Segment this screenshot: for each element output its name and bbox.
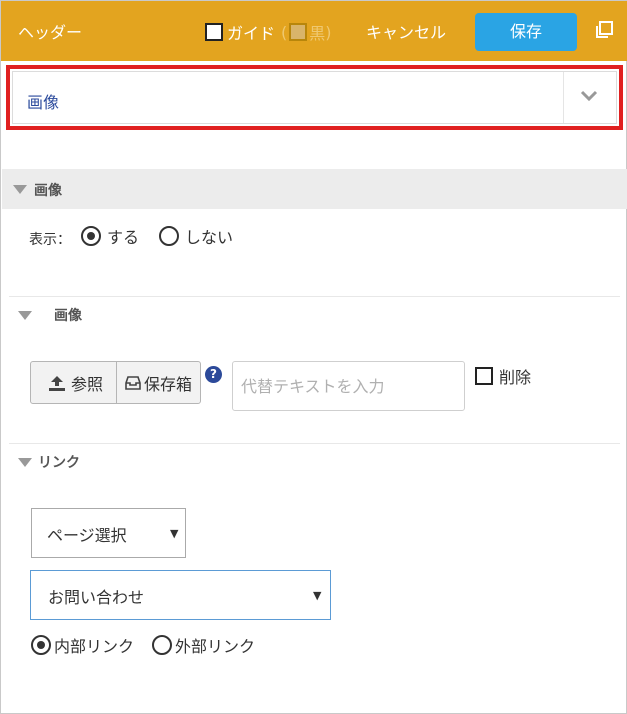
display-off-option[interactable]: しない	[159, 224, 233, 248]
display-off-radio[interactable]	[159, 226, 180, 246]
copy-icon[interactable]	[594, 20, 614, 40]
link-subsection-title: リンク	[38, 455, 80, 471]
external-link-option[interactable]: 外部リンク	[152, 633, 255, 657]
guide-checkbox[interactable]	[205, 23, 223, 41]
delete-label: 削除	[499, 368, 532, 387]
block-type-value: 画像	[27, 93, 60, 112]
guide-toggle[interactable]: ガイド ( 黒 )	[205, 20, 332, 44]
external-link-radio[interactable]	[152, 635, 173, 655]
browse-button[interactable]: 参照	[31, 362, 117, 403]
editor-panel: ヘッダー ガイド ( 黒 ) キャンセル 保存 画像 画像 表示： する しない…	[0, 0, 627, 714]
image-button-group: 参照 保存箱	[30, 361, 201, 404]
collapse-triangle-icon	[13, 185, 27, 194]
section-header[interactable]: 画像	[2, 169, 627, 209]
divider	[9, 443, 620, 444]
internal-link-option[interactable]: 内部リンク	[31, 633, 134, 657]
page-select-value: ページ選択	[47, 526, 127, 545]
link-type-row: 内部リンク 外部リンク	[31, 633, 255, 657]
upload-icon	[48, 375, 65, 391]
link-subsection-header[interactable]: リンク	[18, 452, 80, 472]
divider	[9, 296, 620, 297]
alt-text-input[interactable]	[232, 361, 465, 411]
dropdown-arrow-icon: ▼	[313, 589, 322, 602]
display-row: 表示： する しない	[29, 223, 233, 249]
guide-black-checkbox	[289, 23, 308, 41]
image-subsection-header[interactable]: 画像	[18, 305, 82, 325]
guide-label: ガイド	[227, 24, 276, 43]
block-type-select[interactable]: 画像	[12, 71, 617, 124]
chevron-down-icon	[580, 90, 598, 102]
section-title: 画像	[34, 183, 62, 199]
internal-link-radio[interactable]	[31, 635, 51, 655]
guide-black-label: 黒	[309, 24, 326, 43]
page-dropdown[interactable]: お問い合わせ ▼	[30, 570, 331, 620]
display-on-radio[interactable]	[81, 226, 101, 246]
dropdown-arrow-icon: ▼	[170, 527, 179, 540]
editor-header: ヘッダー ガイド ( 黒 ) キャンセル 保存	[1, 1, 627, 61]
select-divider	[563, 72, 564, 123]
display-label: 表示：	[29, 232, 71, 248]
page-dropdown-value: お問い合わせ	[48, 588, 145, 607]
delete-toggle[interactable]: 削除	[475, 364, 531, 388]
collapse-triangle-icon	[18, 457, 32, 467]
image-subsection-title: 画像	[54, 308, 82, 324]
delete-checkbox[interactable]	[475, 367, 493, 385]
display-on-option[interactable]: する	[81, 224, 139, 248]
help-icon[interactable]: ?	[205, 366, 222, 383]
cancel-button[interactable]: キャンセル	[366, 19, 446, 43]
save-button[interactable]: 保存	[475, 13, 577, 51]
collapse-triangle-icon	[18, 310, 32, 320]
storage-box-icon	[125, 375, 141, 390]
header-title: ヘッダー	[18, 23, 83, 42]
page-select-dropdown[interactable]: ページ選択 ▼	[31, 508, 186, 558]
guide-black-option: ( 黒 )	[281, 20, 332, 44]
storage-box-button[interactable]: 保存箱	[117, 362, 200, 403]
